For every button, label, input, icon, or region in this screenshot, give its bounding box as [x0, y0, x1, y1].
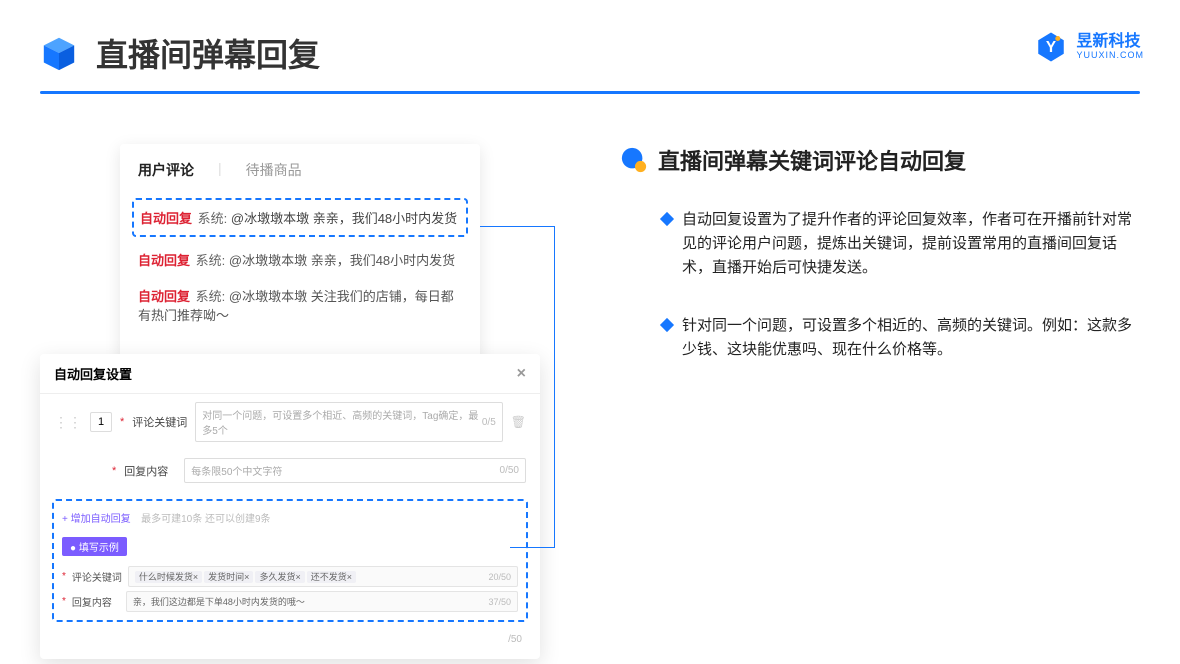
example-keyword-input: 什么时候发货×发货时间×多久发货×还不发货× 20/50 — [128, 566, 518, 587]
comment-row: 自动回复 系统: @冰墩墩本墩 亲亲，我们48小时内发货 — [120, 243, 480, 279]
index-box: 1 — [90, 412, 112, 432]
close-icon[interactable]: × — [517, 365, 526, 383]
example-tag: 还不发货× — [307, 571, 356, 583]
keyword-label: 评论关键词 — [132, 414, 187, 430]
example-tag: 多久发货× — [255, 571, 304, 583]
diamond-icon — [660, 318, 674, 332]
diamond-icon — [660, 212, 674, 226]
chat-bubble-icon — [620, 146, 648, 174]
example-tag: 什么时候发货× — [135, 571, 202, 583]
highlighted-comment: 自动回复 系统: @冰墩墩本墩 亲亲，我们48小时内发货 — [132, 198, 468, 237]
cube-icon — [40, 34, 78, 72]
add-hint: 最多可建10条 还可以创建9条 — [141, 514, 270, 525]
connector-line — [554, 226, 555, 548]
page-title: 直播间弹幕回复 — [96, 30, 320, 76]
auto-reply-settings-dialog: 自动回复设置 × ⋮⋮ 1 * 评论关键词 对同一个问题，可设置多个相近、高频的… — [40, 354, 540, 659]
tab-user-comments[interactable]: 用户评论 — [138, 160, 194, 180]
add-auto-reply-link[interactable]: + 增加自动回复 — [62, 510, 131, 525]
section-title: 直播间弹幕关键词评论自动回复 — [658, 144, 966, 176]
connector-line — [480, 226, 555, 227]
dialog-title: 自动回复设置 — [54, 364, 132, 383]
logo-cn: 昱新科技 — [1076, 33, 1144, 51]
keyword-input[interactable]: 对同一个问题，可设置多个相近、高频的关键词，Tag确定，最多5个 0/5 — [195, 402, 502, 442]
example-tag: 发货时间× — [204, 571, 253, 583]
content-label: 回复内容 — [124, 463, 176, 479]
delete-icon[interactable]: 🗑 — [511, 415, 526, 429]
bullet-item: 针对同一个问题，可设置多个相近的、高频的关键词。例如：这款多少钱、这块能优惠吗、… — [620, 314, 1140, 362]
drag-handle-icon[interactable]: ⋮⋮ — [54, 414, 82, 431]
logo-en: YUUXIN.COM — [1076, 51, 1144, 61]
bullet-item: 自动回复设置为了提升作者的评论回复效率，作者可在开播前针对常见的评论用户问题，提… — [620, 208, 1140, 280]
example-content-input: 亲，我们这边都是下单48小时内发货的哦～ 37/50 — [126, 591, 518, 612]
svg-text:Y: Y — [1046, 39, 1056, 56]
brand-logo: Y 昱新科技 YUUXIN.COM — [1034, 30, 1144, 64]
tab-pending-goods[interactable]: 待播商品 — [246, 160, 302, 180]
example-highlight-box: + 增加自动回复 最多可建10条 还可以创建9条 ● 填写示例 * 评论关键词 … — [52, 499, 528, 622]
example-badge: ● 填写示例 — [62, 537, 127, 556]
content-input[interactable]: 每条限50个中文字符 0/50 — [184, 458, 526, 483]
comment-row: 自动回复 系统: @冰墩墩本墩 关注我们的店铺，每日都有热门推荐呦～ — [120, 279, 480, 334]
